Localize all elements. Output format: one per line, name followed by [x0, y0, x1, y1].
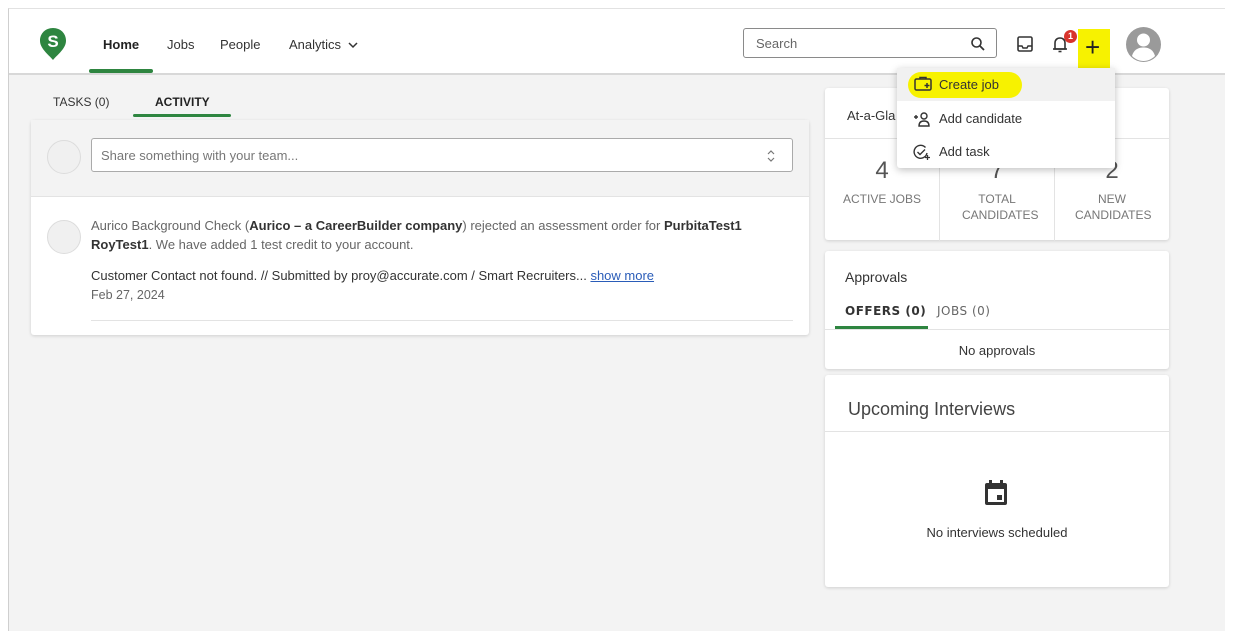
task-add-icon: [913, 144, 930, 160]
calendar-icon: [985, 480, 1007, 505]
tab-activity[interactable]: ACTIVITY: [155, 95, 210, 109]
upcoming-interviews-card: Upcoming Interviews No interviews schedu…: [825, 375, 1169, 587]
feed-divider: [91, 320, 793, 321]
menu-item-add-task[interactable]: Add task: [897, 135, 1115, 168]
show-more-link[interactable]: show more: [590, 268, 654, 283]
tab-active-underline: [133, 114, 231, 117]
tab-tasks[interactable]: TASKS (0): [53, 95, 109, 109]
chevron-down-icon: [348, 42, 358, 49]
interviews-title: Upcoming Interviews: [848, 399, 1016, 419]
nav-people[interactable]: People: [220, 37, 260, 52]
share-composer: [31, 120, 809, 197]
tab-offers[interactable]: OFFERS (0): [845, 304, 926, 318]
briefcase-add-icon: [914, 76, 932, 91]
add-person-icon: [914, 112, 930, 127]
notification-badge: 1: [1064, 30, 1077, 43]
interviews-divider: [825, 431, 1169, 432]
nav-analytics-label: Analytics: [289, 37, 342, 52]
create-dropdown-menu: Create job Add candidate Add task: [897, 68, 1115, 168]
menu-item-add-candidate[interactable]: Add candidate: [897, 102, 1115, 135]
search-box[interactable]: [743, 28, 997, 58]
feed-item-date: Feb 27, 2024: [91, 288, 165, 302]
no-interviews-text: No interviews scheduled: [926, 525, 1068, 540]
tab-jobs[interactable]: JOBS (0): [937, 304, 990, 318]
menu-item-create-job[interactable]: Create job: [897, 68, 1115, 101]
app-frame: S Home Jobs People Analytics Search 1 + …: [8, 8, 1225, 631]
activity-card: Aurico Background Check (Aurico – a Care…: [31, 120, 809, 335]
glance-title: At-a-Gla: [847, 108, 896, 123]
no-approvals-text: No approvals: [958, 343, 1036, 358]
user-avatar-icon[interactable]: [1125, 26, 1162, 63]
svg-text:S: S: [47, 32, 58, 51]
feed-item-message: Aurico Background Check (Aurico – a Care…: [91, 218, 742, 252]
nav-active-underline: [89, 69, 153, 73]
nav-home[interactable]: Home: [103, 37, 139, 52]
search-icon[interactable]: [970, 36, 986, 52]
feed-avatar: [47, 220, 81, 254]
share-input-box[interactable]: [91, 138, 793, 172]
menu-item-label: Create job: [939, 77, 999, 92]
feed-item-detail: Customer Contact not found. // Submitted…: [91, 268, 655, 283]
approvals-divider: [825, 329, 1169, 330]
inbox-icon[interactable]: [1014, 33, 1036, 55]
resize-spinner-icon[interactable]: [766, 149, 776, 163]
approvals-card: Approvals OFFERS (0) JOBS (0) No approva…: [825, 251, 1169, 369]
top-navigation-bar: S Home Jobs People Analytics Search 1 +: [9, 9, 1225, 75]
share-input[interactable]: [99, 147, 743, 164]
search-input[interactable]: [754, 35, 958, 52]
nav-analytics[interactable]: Analytics: [289, 37, 358, 52]
menu-item-label: Add candidate: [939, 111, 1023, 126]
user-avatar: [47, 140, 81, 174]
create-plus-button[interactable]: +: [1085, 31, 1100, 63]
menu-item-label: Add task: [939, 144, 990, 159]
company-name: Aurico – a CareerBuilder company: [249, 218, 463, 233]
nav-jobs[interactable]: Jobs: [167, 37, 194, 52]
smartrecruiters-logo-icon[interactable]: S: [39, 27, 67, 61]
approvals-title: Approvals: [845, 269, 908, 285]
